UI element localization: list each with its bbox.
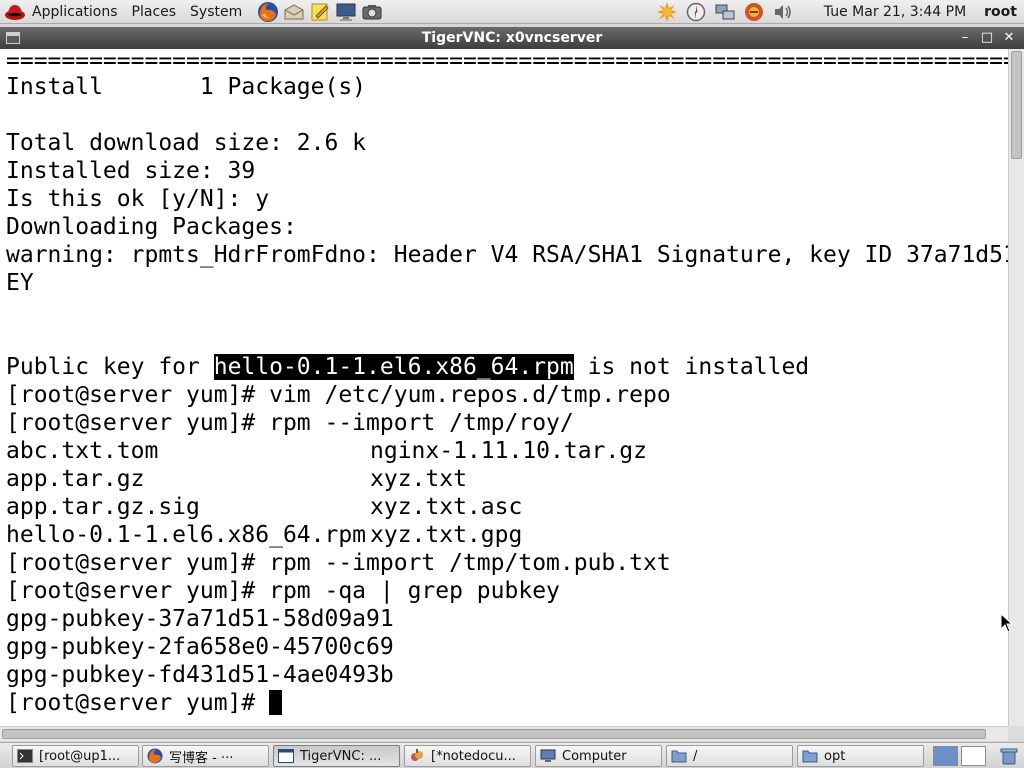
- clock[interactable]: Tue Mar 21, 3:44 PM: [798, 4, 984, 20]
- horizontal-scroll-thumb[interactable]: [2, 729, 986, 739]
- volume-icon[interactable]: [769, 0, 798, 24]
- pubkey-entry: gpg-pubkey-fd431d51-4ae0493b: [6, 662, 394, 688]
- prompt-line[interactable]: [root@server yum]#: [0, 689, 1008, 717]
- firefox-icon[interactable]: [255, 0, 281, 24]
- user-menu[interactable]: root: [984, 4, 1024, 20]
- workspace-1[interactable]: [933, 746, 958, 766]
- downloading-line: Downloading Packages:: [6, 214, 297, 240]
- notes-icon: [409, 748, 425, 764]
- separator-line: ========================================…: [6, 49, 1008, 74]
- total-download-line: Total download size: 2.6 k: [6, 130, 367, 156]
- window-title: TigerVNC: x0vncserver: [421, 30, 603, 46]
- applications-menu[interactable]: Applications: [0, 0, 125, 24]
- install-line: Install 1 Package(s): [6, 74, 367, 100]
- installed-size-line: Installed size: 39: [6, 158, 256, 184]
- launcher-group: [255, 0, 385, 24]
- task-label: [root@up1...: [39, 748, 121, 764]
- warning-line: warning: rpmts_HdrFromFdno: Header V4 RS…: [6, 242, 1008, 268]
- warning-wrap-line: EY: [6, 270, 34, 296]
- minimize-button[interactable]: –: [954, 27, 976, 49]
- top-panel: Applications Places System Tue Mar 21, 3…: [0, 0, 1024, 24]
- task-label: opt: [824, 748, 846, 764]
- file-name: nginx-1.11.10.tar.gz: [370, 438, 647, 464]
- folder-icon: [802, 748, 818, 764]
- text-cursor: [269, 690, 283, 715]
- firefox-tray-icon[interactable]: [740, 0, 769, 24]
- vnc-window: TigerVNC: x0vncserver – □ ✕ ============…: [0, 27, 1024, 741]
- file-listing-row: hello-0.1-1.el6.x86_64.rpm xyz.txt.gpg: [0, 521, 1008, 549]
- file-name: xyz.txt.gpg: [370, 522, 523, 548]
- task-computer[interactable]: Computer: [535, 745, 662, 767]
- task-tigervnc[interactable]: TigerVNC: ...: [273, 745, 400, 767]
- task-folder-root[interactable]: /: [666, 745, 793, 767]
- pubkey-entry: gpg-pubkey-2fa658e0-45700c69: [6, 634, 394, 660]
- task-firefox[interactable]: 写博客 - ···: [142, 745, 269, 767]
- firefox-icon: [147, 748, 163, 764]
- command-line: [root@server yum]# rpm --import /tmp/roy…: [6, 410, 574, 436]
- bottom-taskbar: [root@up1... 写博客 - ··· TigerVNC: ... [*n…: [0, 742, 1024, 768]
- mail-icon[interactable]: [281, 0, 307, 24]
- terminal-icon: [17, 748, 33, 764]
- pubkey-prefix: Public key for: [6, 354, 214, 380]
- pubkey-suffix: is not installed: [573, 354, 810, 380]
- task-label: /: [693, 748, 698, 764]
- trash-icon[interactable]: [996, 743, 1022, 768]
- computer-icon: [540, 748, 556, 764]
- task-label: [*notedocu...: [431, 748, 516, 764]
- shell-prompt: [root@server yum]#: [6, 690, 270, 716]
- places-menu[interactable]: Places: [125, 0, 184, 24]
- system-tray: Tue Mar 21, 3:44 PM root: [653, 0, 1024, 24]
- maximize-button[interactable]: □: [976, 27, 998, 49]
- file-listing-row: app.tar.gz xyz.txt: [0, 465, 1008, 493]
- task-folder-opt[interactable]: opt: [797, 745, 924, 767]
- file-name: app.tar.gz.sig: [6, 494, 200, 520]
- selected-filename[interactable]: hello-0.1-1.el6.x86_64.rpm: [213, 354, 574, 380]
- pubkey-missing-line: Public key for hello-0.1-1.el6.x86_64.rp…: [0, 353, 1008, 381]
- task-notes[interactable]: [*notedocu...: [404, 745, 531, 767]
- monitor-icon[interactable]: [333, 0, 359, 24]
- file-name: xyz.txt.asc: [370, 494, 523, 520]
- folder-icon: [671, 748, 687, 764]
- mouse-pointer-icon: [1000, 613, 1014, 633]
- window-titlebar[interactable]: TigerVNC: x0vncserver – □ ✕: [0, 27, 1024, 49]
- close-button[interactable]: ✕: [998, 27, 1020, 49]
- pubkey-entry: gpg-pubkey-37a71d51-58d09a91: [6, 606, 394, 632]
- workspace-2[interactable]: [961, 746, 986, 766]
- terminal-output[interactable]: ========================================…: [0, 49, 1008, 726]
- file-name: hello-0.1-1.el6.x86_64.rpm: [6, 522, 367, 548]
- notes-icon[interactable]: [307, 0, 333, 24]
- file-listing-row: abc.txt.tom nginx-1.11.10.tar.gz: [0, 437, 1008, 465]
- file-name: app.tar.gz: [6, 466, 145, 492]
- system-menu[interactable]: System: [183, 0, 249, 24]
- scrollbar-corner: [1008, 726, 1024, 741]
- applications-menu-label: Applications: [32, 3, 118, 20]
- network-icon[interactable]: [711, 0, 740, 24]
- file-name: abc.txt.tom: [6, 438, 159, 464]
- system-menu-label: System: [190, 3, 243, 20]
- command-line: [root@server yum]# vim /etc/yum.repos.d/…: [6, 382, 671, 408]
- command-line: [root@server yum]# rpm --import /tmp/tom…: [6, 550, 671, 576]
- update-sun-icon[interactable]: [653, 0, 682, 24]
- file-name: xyz.txt: [370, 466, 467, 492]
- task-label: TigerVNC: ...: [300, 748, 382, 764]
- places-menu-label: Places: [131, 3, 177, 20]
- task-terminal[interactable]: [root@up1...: [12, 745, 139, 767]
- vertical-scroll-thumb[interactable]: [1011, 51, 1022, 159]
- redhat-logo-icon: [5, 4, 25, 20]
- horizontal-scrollbar[interactable]: [0, 726, 1008, 741]
- window-icon: [278, 748, 294, 764]
- task-label: Computer: [562, 748, 627, 764]
- file-listing-row: app.tar.gz.sig xyz.txt.asc: [0, 493, 1008, 521]
- confirm-line: Is this ok [y/N]: y: [6, 186, 270, 212]
- clock-compass-icon[interactable]: [682, 0, 711, 24]
- window-menu-icon[interactable]: [6, 32, 20, 44]
- command-line: [root@server yum]# rpm -qa | grep pubkey: [6, 578, 560, 604]
- camera-icon[interactable]: [359, 0, 385, 24]
- task-label: 写博客 - ···: [169, 750, 234, 766]
